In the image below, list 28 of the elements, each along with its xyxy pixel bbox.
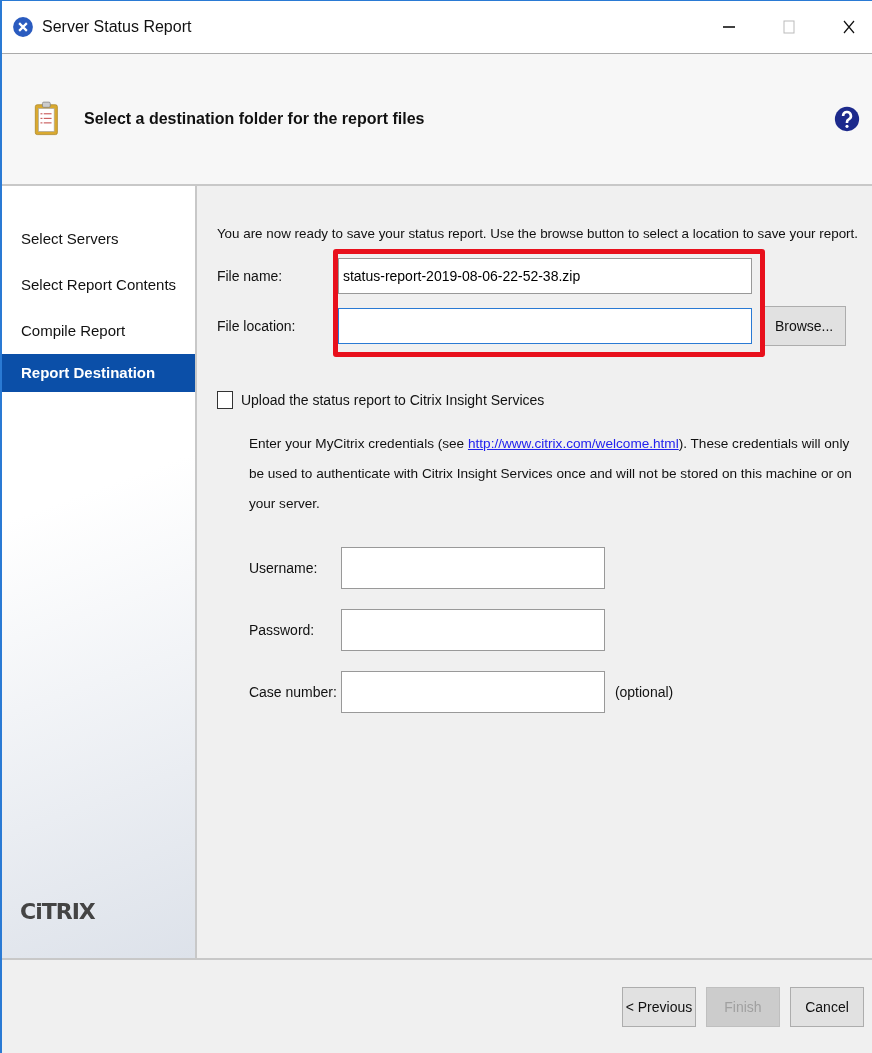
- wizard-button[interactable]: < Previous: [622, 986, 696, 1027]
- text-field[interactable]: [340, 609, 605, 651]
- field-label: Username:: [248, 560, 319, 576]
- optional-hint: (optional): [614, 684, 674, 700]
- page-heading: Select a destination folder for the report files: [84, 110, 425, 128]
- field-label: File name:: [216, 268, 284, 284]
- field-label: File location:: [216, 318, 297, 334]
- text-field[interactable]: [340, 671, 605, 713]
- close-icon[interactable]: [842, 20, 856, 34]
- welcome-link[interactable]: http://www.citrix.com/welcome.html: [467, 436, 679, 451]
- step-item[interactable]: Select Report Contents: [2, 262, 195, 308]
- help-icon[interactable]: [834, 104, 860, 134]
- step-item[interactable]: Select Servers: [2, 216, 195, 262]
- step-item[interactable]: Report Destination: [2, 354, 195, 392]
- field-label: Password:: [248, 622, 316, 638]
- file-name-field[interactable]: status-report-2019-08-06-22-52-38.zip: [337, 258, 752, 294]
- step-item[interactable]: Compile Report: [2, 308, 195, 354]
- file-location-field[interactable]: [337, 308, 752, 344]
- instructions-text: You are now ready to save your status report. Use the browse button to select a location to save your report.: [216, 226, 858, 241]
- field-label: Case number:: [248, 684, 338, 700]
- wizard-button[interactable]: Cancel: [790, 986, 864, 1027]
- checkbox[interactable]: [216, 391, 233, 409]
- window-title: Server Status Report: [42, 18, 192, 36]
- credentials-note: Enter your MyCitrix credentials (see http://www.citrix.com/welcome.html). These credentials will only be used to authenticate with Citrix Insight Services once and will not be stored on this machine or on your server.: [248, 435, 853, 513]
- text-field[interactable]: [340, 547, 605, 589]
- checkbox-label[interactable]: Upload the status report to Citrix Insight Services: [240, 392, 545, 408]
- app-icon: [12, 16, 34, 38]
- logo: CiTRIX: [20, 899, 95, 924]
